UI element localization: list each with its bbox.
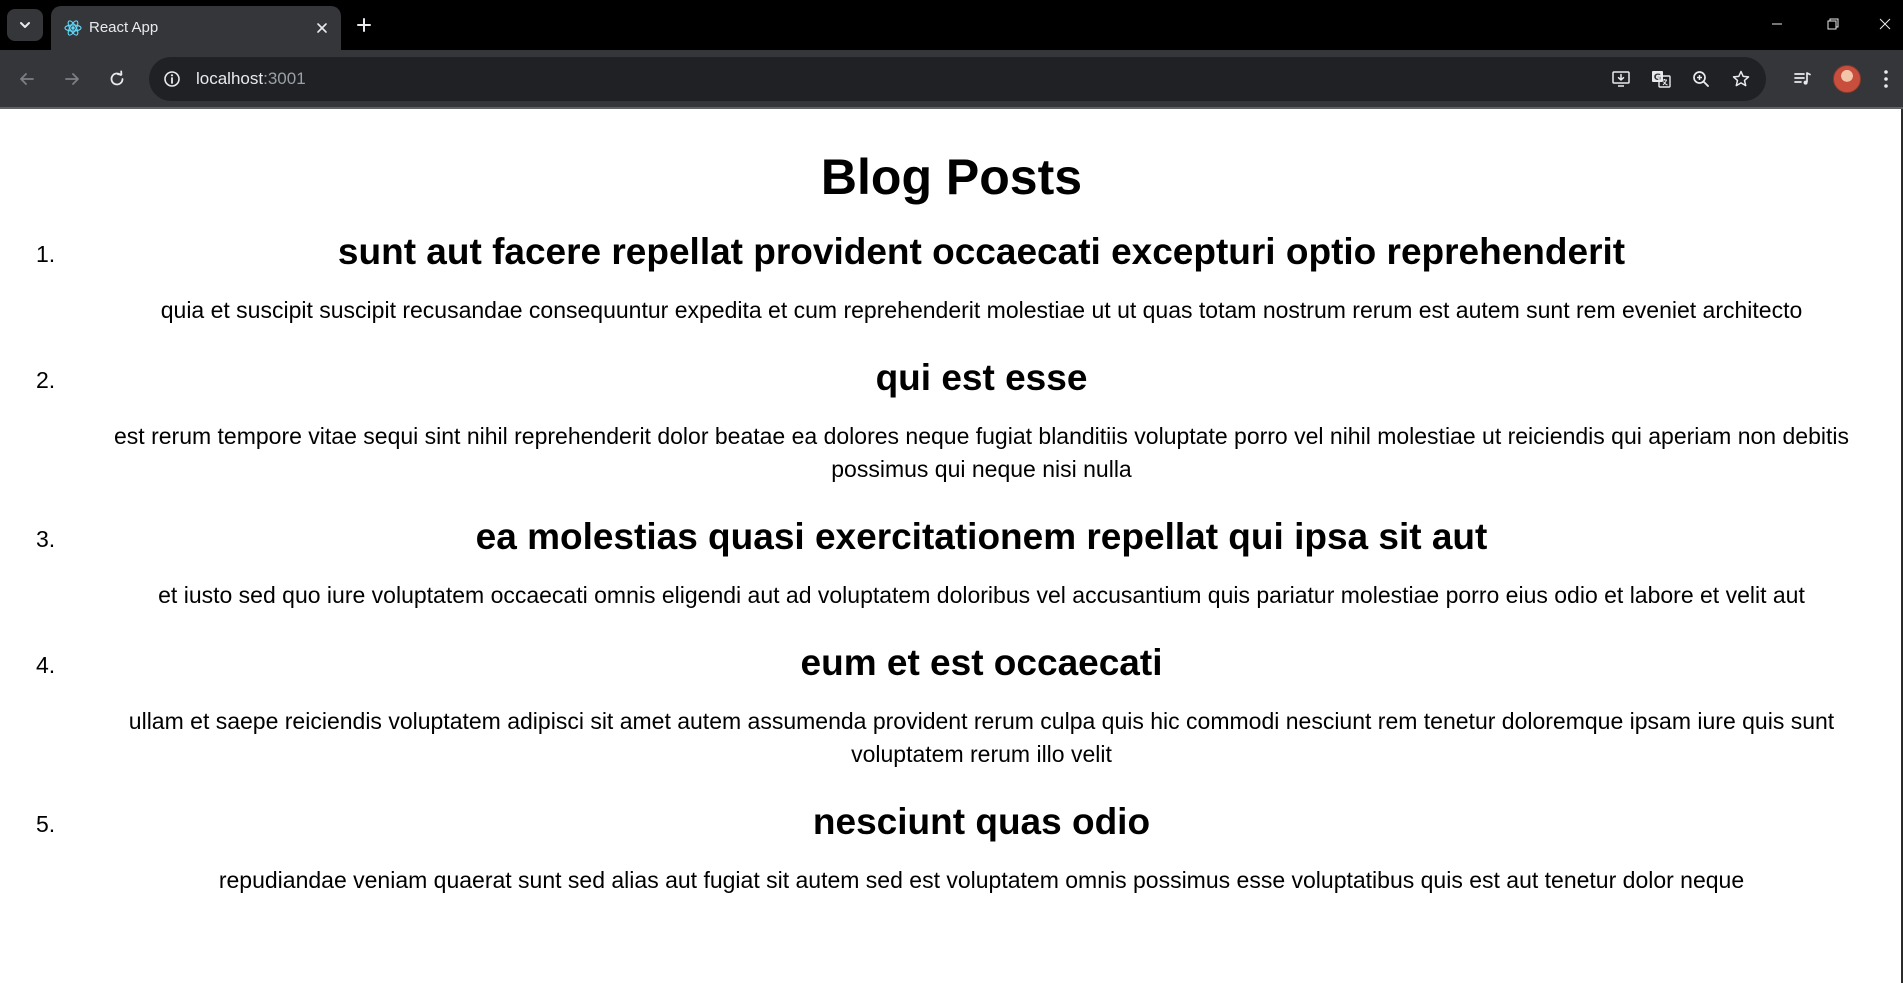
post-item: 1. sunt aut facere repellat provident oc… xyxy=(36,221,1893,327)
star-icon xyxy=(1732,70,1750,87)
react-logo-icon xyxy=(64,20,82,36)
post-title: qui est esse xyxy=(875,357,1088,398)
url-port: :3001 xyxy=(263,69,306,88)
post-item: 2. qui est esse est rerum tempore vitae … xyxy=(36,347,1893,486)
post-item: 3. ea molestias quasi exercitationem rep… xyxy=(36,506,1893,612)
reload-icon xyxy=(110,70,124,86)
browser-menu-button[interactable] xyxy=(1874,62,1898,96)
post-body: repudiandae veniam quaerat sunt sed alia… xyxy=(218,867,1745,893)
chevron-down-icon xyxy=(20,22,30,28)
minimize-icon xyxy=(1772,23,1782,25)
info-icon xyxy=(164,71,180,87)
svg-text:G: G xyxy=(1654,73,1661,83)
post-number: 4. xyxy=(36,652,56,678)
url-text[interactable]: localhost:3001 xyxy=(196,69,306,89)
back-button[interactable] xyxy=(10,62,44,96)
post-item: 5. nesciunt quas odio repudiandae veniam… xyxy=(36,791,1893,897)
zoom-button[interactable] xyxy=(1688,66,1714,92)
back-arrow-icon xyxy=(20,73,34,85)
tab-strip: React App xyxy=(0,0,1903,50)
reload-button[interactable] xyxy=(100,62,134,96)
tab-search-button[interactable] xyxy=(7,9,43,41)
post-body: et iusto sed quo iure voluptatem occaeca… xyxy=(158,582,1805,608)
close-window-button[interactable] xyxy=(1867,8,1903,40)
post-title: ea molestias quasi exercitationem repell… xyxy=(475,516,1488,557)
restore-button[interactable] xyxy=(1815,8,1851,40)
post-item: 4. eum et est occaecati ullam et saepe r… xyxy=(36,632,1893,771)
install-app-icon xyxy=(1612,71,1630,87)
site-info-button[interactable] xyxy=(157,64,187,94)
post-title: nesciunt quas odio xyxy=(812,801,1151,842)
tab-title: React App xyxy=(89,19,159,36)
new-tab-button[interactable] xyxy=(350,11,378,39)
close-icon xyxy=(317,23,327,33)
bookmark-button[interactable] xyxy=(1728,66,1754,92)
post-title: eum et est occaecati xyxy=(800,642,1163,683)
url-host: localhost xyxy=(196,69,264,88)
profile-avatar[interactable] xyxy=(1833,65,1861,93)
forward-button[interactable] xyxy=(55,62,89,96)
post-body: est rerum tempore vitae sequi sint nihil… xyxy=(114,423,1849,482)
post-list: 1. sunt aut facere repellat provident oc… xyxy=(0,221,1903,897)
install-app-button[interactable] xyxy=(1608,66,1634,92)
post-number: 2. xyxy=(36,367,56,393)
media-queue-icon xyxy=(1794,72,1811,85)
browser-toolbar: localhost:3001 G xyxy=(0,50,1903,108)
post-number: 1. xyxy=(36,241,56,267)
post-body: quia et suscipit suscipit recusandae con… xyxy=(160,297,1803,323)
translate-icon: G xyxy=(1652,71,1671,88)
page-title: Blog Posts xyxy=(820,149,1083,205)
post-title: sunt aut facere repellat provident occae… xyxy=(337,231,1626,272)
tab-close-button[interactable] xyxy=(311,17,333,39)
restore-icon xyxy=(1827,18,1839,30)
zoom-icon xyxy=(1693,71,1709,87)
post-number: 5. xyxy=(36,811,56,837)
minimize-button[interactable] xyxy=(1759,8,1795,40)
translate-button[interactable]: G xyxy=(1648,66,1674,92)
close-window-icon xyxy=(1879,18,1891,30)
media-controls-button[interactable] xyxy=(1786,62,1820,96)
address-bar[interactable]: localhost:3001 G xyxy=(149,57,1766,101)
post-body: ullam et saepe reiciendis voluptatem adi… xyxy=(128,708,1835,767)
plus-icon xyxy=(357,18,371,32)
forward-arrow-icon xyxy=(65,73,79,85)
more-vertical-icon xyxy=(1884,70,1888,88)
active-tab[interactable]: React App xyxy=(51,6,341,50)
post-number: 3. xyxy=(36,526,56,552)
page-viewport: Blog Posts 1. sunt aut facere repellat p… xyxy=(0,109,1903,983)
